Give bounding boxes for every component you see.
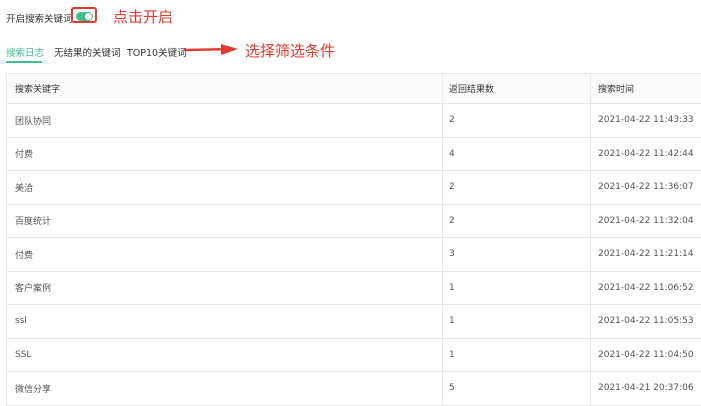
- search-time-cell: 2021-04-22 11:06:52: [598, 282, 694, 293]
- keyword-cell: 付费: [7, 238, 443, 271]
- keyword-cell: 客户案例: [7, 271, 443, 304]
- table-body: 团队协同 2 2021-04-22 11:43:33 付费 4 2021-04-22 11…: [7, 104, 701, 406]
- search-time-cell: 2021-04-22 11:42:44: [598, 148, 694, 159]
- annotation-enable-hint: 点击开启: [113, 8, 174, 26]
- search-log-table: 搜索关键字 返回结果数 搜索时间 团队协同 2 2021-04-22 11:43:3…: [6, 73, 701, 406]
- table-row: 微信分享 5 2021-04-21 20:37:06: [7, 372, 701, 406]
- result-count-cell: 2: [443, 104, 591, 137]
- search-time-cell: 2021-04-22 11:05:53: [598, 316, 694, 327]
- search-keyword-switch[interactable]: [76, 12, 93, 21]
- result-count-cell: 1: [443, 271, 591, 304]
- search-keyword-toggle-row: 开启搜索关键词: [6, 11, 73, 25]
- keyword-cell: 百度统计: [7, 204, 443, 237]
- keyword-cell: ssl: [7, 305, 443, 338]
- table-row: 付费 3 2021-04-22 11:21:14: [7, 238, 701, 272]
- table-row: 客户案例 1 2021-04-22 11:06:52: [7, 271, 701, 305]
- header-keyword: 搜索关键字: [7, 74, 443, 103]
- search-time-cell: 2021-04-22 11:21:14: [598, 249, 694, 260]
- table-row: 美洽 2 2021-04-22 11:36:07: [7, 171, 701, 205]
- keyword-cell: SSL: [7, 338, 443, 371]
- switch-knob: [85, 13, 92, 20]
- toggle-label: 开启搜索关键词: [6, 14, 73, 25]
- header-result-count: 返回结果数: [443, 74, 591, 103]
- search-time-cell: 2021-04-22 11:32:04: [598, 215, 694, 226]
- keyword-cell: 付费: [7, 137, 443, 170]
- keyword-cell: 团队协同: [7, 104, 443, 137]
- search-time-cell: 2021-04-22 11:36:07: [598, 182, 694, 193]
- keyword-cell: 美洽: [7, 171, 443, 204]
- tab-no-result-keywords[interactable]: 无结果的关键词: [54, 45, 121, 59]
- result-count-cell: 4: [443, 137, 591, 170]
- result-count-cell: 2: [443, 171, 591, 204]
- table-row: 百度统计 2 2021-04-22 11:32:04: [7, 204, 701, 238]
- annotation-filter-hint: 选择筛选条件: [245, 42, 336, 60]
- header-search-time: 搜索时间: [598, 85, 635, 95]
- annotation-arrow-icon: [183, 44, 238, 55]
- search-time-cell: 2021-04-22 11:43:33: [598, 115, 694, 126]
- result-count-cell: 1: [443, 338, 591, 371]
- result-count-cell: 2: [443, 204, 591, 237]
- result-count-cell: 3: [443, 238, 591, 271]
- table-row: 付费 4 2021-04-22 11:42:44: [7, 137, 701, 171]
- table-row: 团队协同 2 2021-04-22 11:43:33: [7, 104, 701, 138]
- tab-top10-keywords[interactable]: TOP10关键词: [127, 45, 187, 59]
- active-tab-underline: [6, 61, 42, 63]
- result-count-cell: 1: [443, 305, 591, 338]
- table-row: SSL 1 2021-04-22 11:04:50: [7, 338, 701, 372]
- table-header-row: 搜索关键字 返回结果数 搜索时间: [7, 74, 701, 104]
- table-row: ssl 1 2021-04-22 11:05:53: [7, 305, 701, 339]
- tab-search-log[interactable]: 搜索日志: [6, 45, 44, 59]
- search-time-cell: 2021-04-22 11:04:50: [598, 349, 694, 360]
